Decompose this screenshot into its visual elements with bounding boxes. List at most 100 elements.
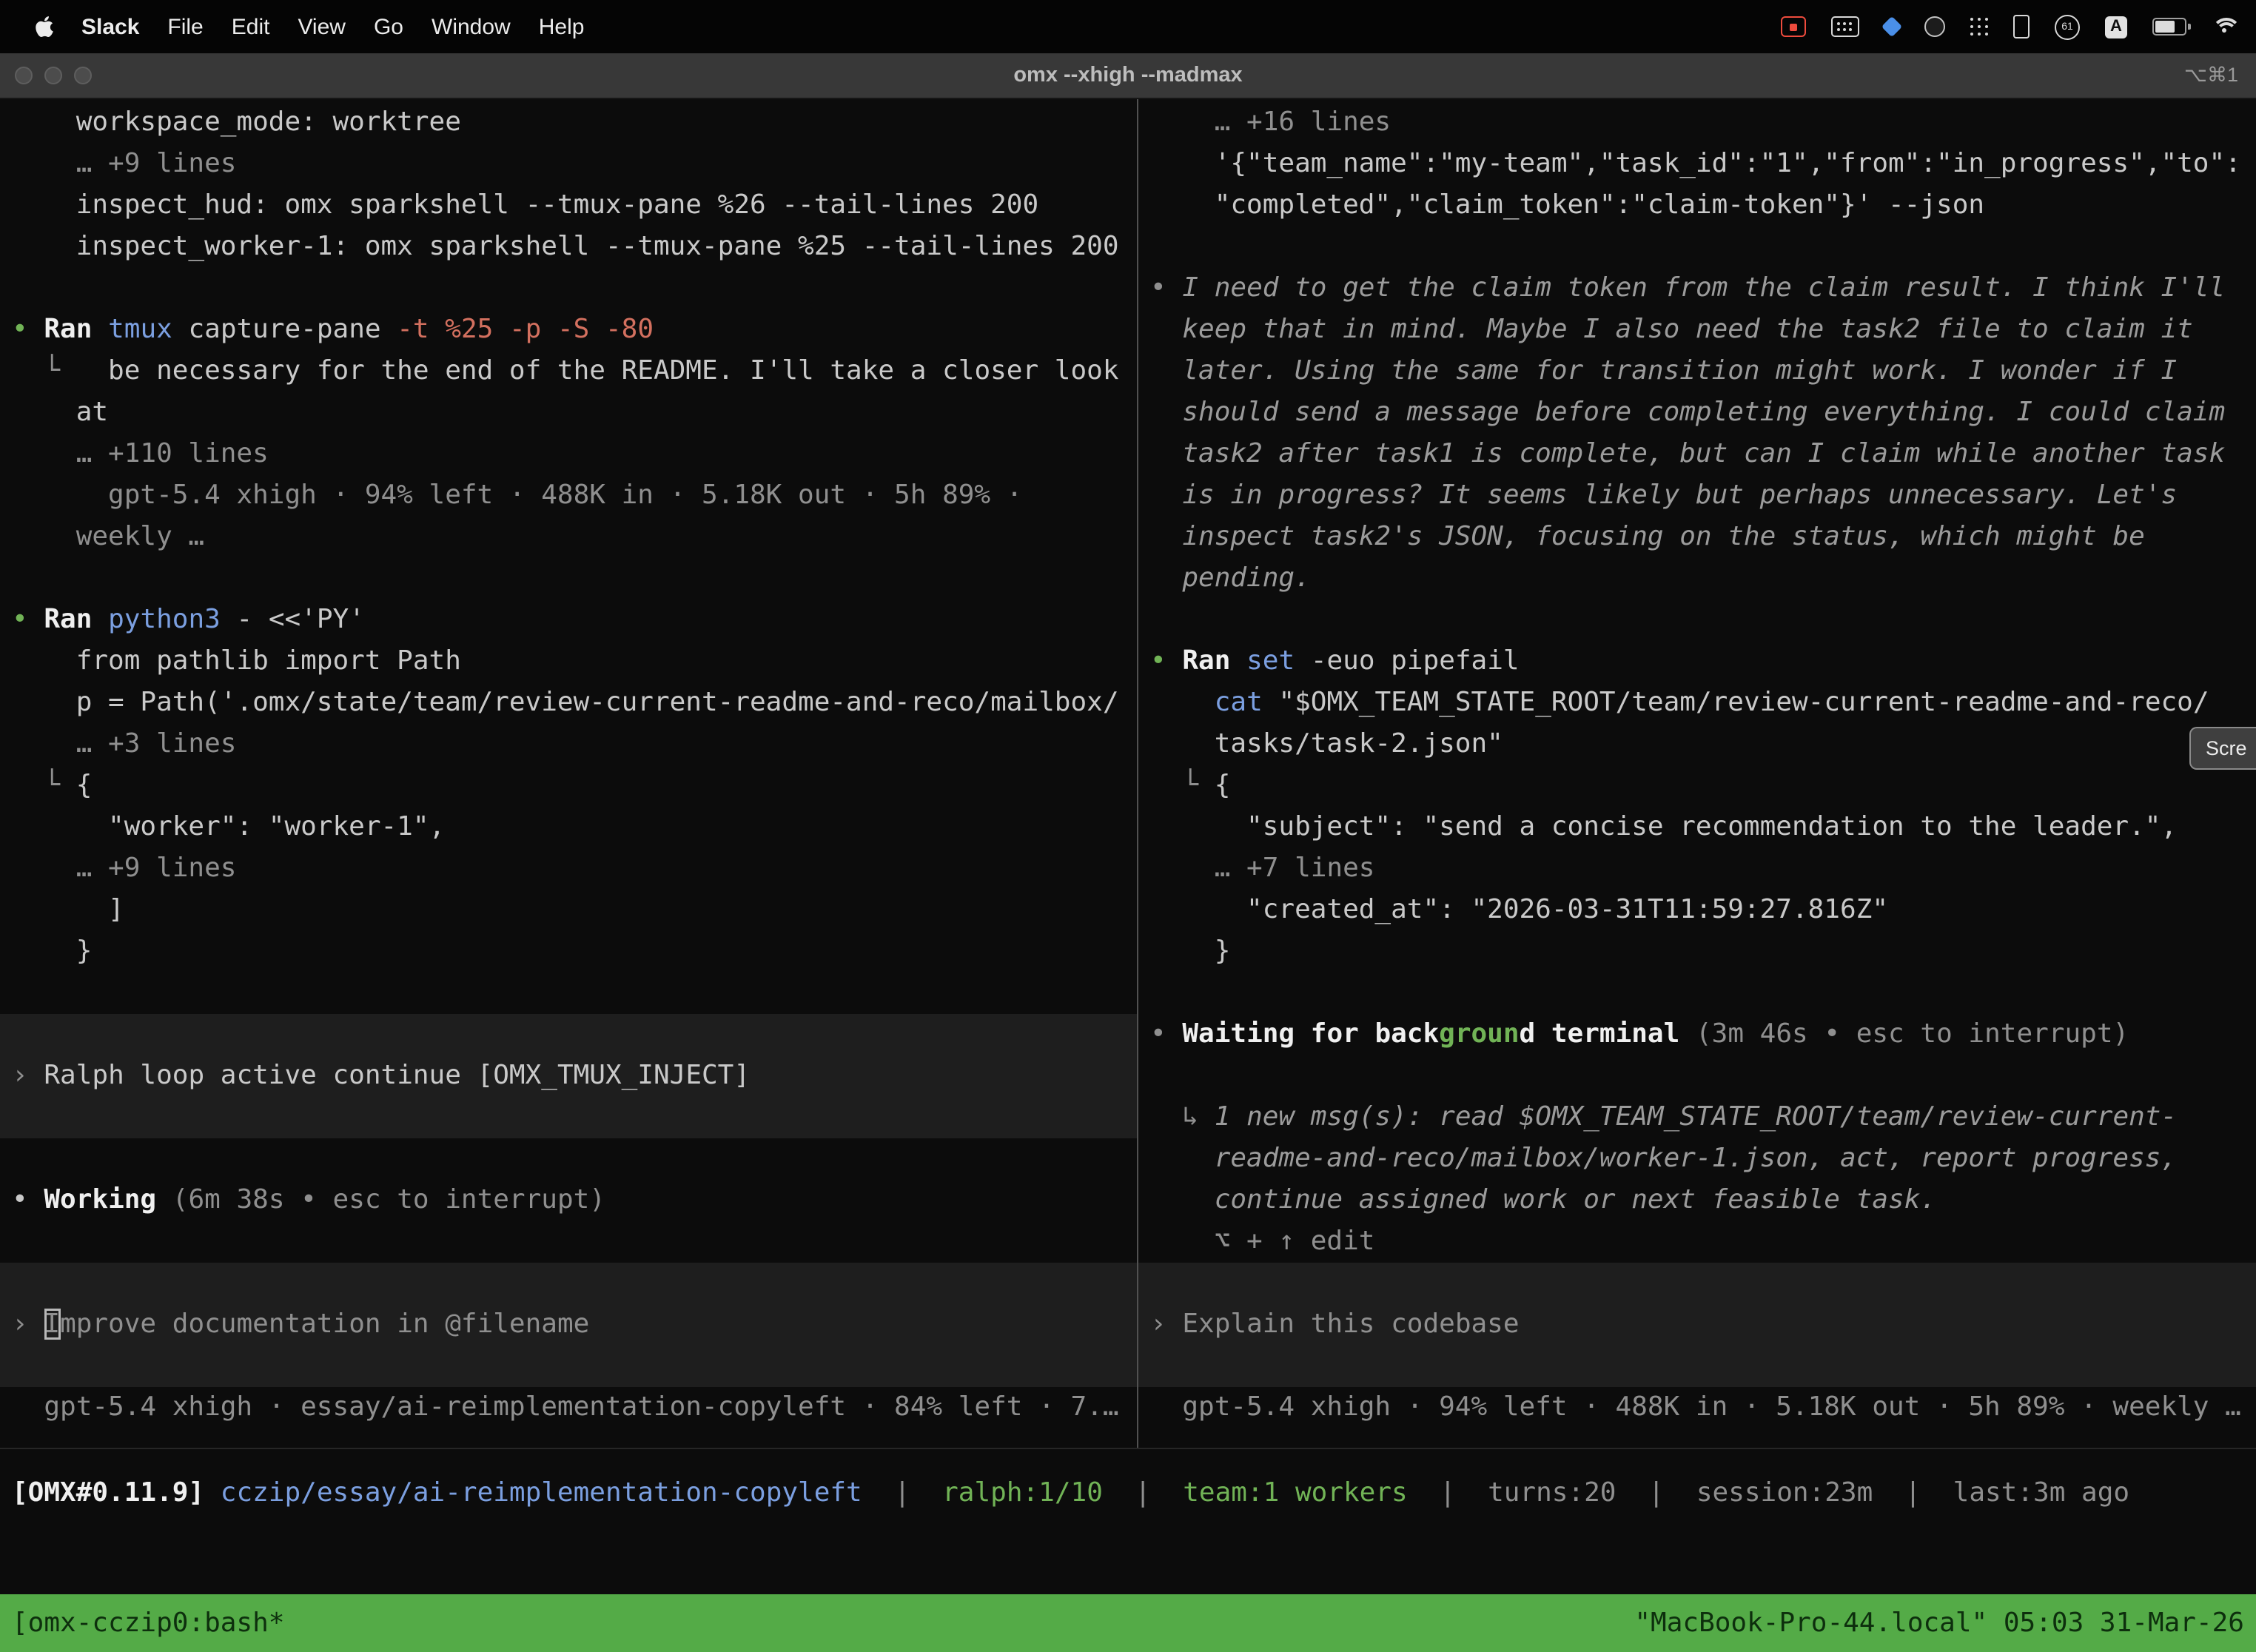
text-segment: └ (12, 770, 76, 801)
text-segment: | (862, 1477, 942, 1508)
close-button[interactable] (15, 67, 33, 84)
keyboard-icon[interactable] (1831, 16, 1859, 37)
text-segment: Ran (44, 314, 108, 345)
text-segment: team:1 workers (1183, 1477, 1407, 1508)
terminal-line (0, 1097, 1137, 1138)
window-controls (15, 53, 92, 98)
terminal-line (1138, 226, 2256, 268)
menu-item-edit[interactable]: Edit (232, 14, 270, 39)
text-segment: mprove documentation in @filename (60, 1309, 589, 1340)
terminal-line: continue assigned work or next feasible … (1138, 1180, 2256, 1221)
text-segment: └ (1150, 770, 1215, 801)
text-segment: capture-pane (188, 314, 397, 345)
text-segment: … +9 lines (12, 853, 236, 884)
terminal-line: at (0, 392, 1137, 434)
terminal-line (0, 973, 1137, 1014)
text-segment: tmux (108, 314, 188, 345)
window-title: omx --xhigh --madmax (1013, 64, 1242, 87)
recording-indicator-icon[interactable] (1781, 16, 1806, 37)
text-segment: workspace_mode: worktree (12, 107, 461, 138)
menu-items: Slack File Edit View Go Window Help (81, 14, 612, 39)
input-source-icon[interactable]: A (2105, 16, 2127, 38)
text-segment: session:23m (1696, 1477, 1873, 1508)
terminal-line: } (1138, 931, 2256, 973)
circle-app-icon[interactable] (1924, 16, 1945, 37)
device-icon[interactable] (2013, 15, 2030, 38)
text-segment: Ralph loop active continue [OMX_TMUX_INJ… (44, 1060, 750, 1091)
text-segment: … +9 lines (12, 148, 236, 179)
text-segment: I need to get the claim token from the c… (1182, 272, 2225, 303)
text-segment: from pathlib import Path (12, 645, 461, 676)
menu-item-go[interactable]: Go (374, 14, 403, 39)
minimize-button[interactable] (44, 67, 62, 84)
text-segment: - <<'PY' (237, 604, 365, 635)
model-status-line: gpt-5.4 xhigh · essay/ai-reimplementatio… (0, 1387, 1137, 1428)
text-segment: pending. (1150, 563, 1311, 594)
terminal-line (0, 268, 1137, 309)
text-segment: d terminal (1520, 1018, 1696, 1050)
wifi-icon[interactable] (2212, 18, 2235, 36)
terminal-line: • Ran python3 - <<'PY' (0, 600, 1137, 641)
text-segment: p = Path('.omx/state/team/review-current… (12, 687, 1119, 718)
prompt-input-line[interactable]: › Improve documentation in @filename (0, 1304, 1137, 1346)
text-segment: └ (12, 355, 60, 386)
text-segment: later. Using the same for transition mig… (1150, 355, 2177, 386)
dots-grid-icon[interactable] (1970, 18, 1988, 36)
menu-left: Slack File Edit View Go Window Help (0, 14, 612, 39)
text-segment: Ran (44, 604, 108, 635)
diamond-app-icon[interactable] (1884, 19, 1899, 34)
battery-icon[interactable] (2152, 18, 2186, 36)
menu-item-file[interactable]: File (167, 14, 203, 39)
menu-item-window[interactable]: Window (432, 14, 511, 39)
zoom-button[interactable] (74, 67, 92, 84)
text-segment: task2 after task1 is complete, but can I… (1150, 438, 2225, 469)
text-segment: should send a message before completing … (1150, 397, 2225, 428)
menu-item-help[interactable]: Help (539, 14, 585, 39)
apple-menu-icon[interactable] (36, 15, 53, 38)
tmux-session-name: [omx-cczip0:bash* (12, 1608, 284, 1639)
window-title-bar[interactable]: omx --xhigh --madmax ⌥⌘1 (0, 53, 2256, 99)
menu-item-slack[interactable]: Slack (81, 14, 139, 39)
omx-hud-line: [OMX#0.11.9] cczip/essay/ai-reimplementa… (0, 1473, 2256, 1514)
terminal-line: inspect_hud: omx sparkshell --tmux-pane … (0, 185, 1137, 226)
text-segment: inspect_worker-1: omx sparkshell --tmux-… (12, 231, 1119, 262)
terminal-line: keep that in mind. Maybe I also need the… (1138, 309, 2256, 351)
terminal-line (1138, 973, 2256, 1014)
text-segment: '{"team_name":"my-team","task_id":"1","f… (1150, 148, 2241, 179)
edit-hint-line: ⌥ + ↑ edit (1138, 1221, 2256, 1263)
terminal-line: • Ran tmux capture-pane -t %25 -p -S -80 (0, 309, 1137, 351)
terminal-line: └ { (1138, 765, 2256, 807)
terminal-line: later. Using the same for transition mig… (1138, 351, 2256, 392)
text-segment: • (12, 604, 44, 635)
text-segment: is in progress? It seems likely but perh… (1150, 480, 2177, 511)
battery-percentage-icon[interactable]: 61 (2055, 14, 2080, 39)
text-segment: Ran (1182, 645, 1246, 676)
text-segment: | (1408, 1477, 1488, 1508)
terminal-line: … +3 lines (0, 724, 1137, 765)
menu-item-view[interactable]: View (298, 14, 346, 39)
text-segment: | (1103, 1477, 1183, 1508)
text-segment: • (12, 1184, 44, 1215)
terminal-line: p = Path('.omx/state/team/review-current… (0, 682, 1137, 724)
tmux-panes: workspace_mode: worktree … +9 lines insp… (0, 99, 2256, 1448)
terminal-line (0, 1138, 1137, 1180)
text-segment: keep that in mind. Maybe I also need the… (1150, 314, 2193, 345)
screen-share-overlay: Scre (2189, 727, 2256, 770)
text-segment: (3m 46s • esc to interrupt) (1696, 1018, 2129, 1050)
terminal-line: inspect task2's JSON, focusing on the st… (1138, 517, 2256, 558)
text-segment: "worker": "worker-1", (12, 811, 445, 842)
text-segment: • (1150, 272, 1182, 303)
text-segment: … +7 lines (1150, 853, 1374, 884)
text-segment: { (76, 770, 93, 801)
text-segment: ⌥ + ↑ edit (1150, 1226, 1374, 1257)
prompt-suggestion-line[interactable]: › Explain this codebase (1138, 1304, 2256, 1346)
text-segment: "subject": "send a concise recommendatio… (1150, 811, 2177, 842)
terminal-line: is in progress? It seems likely but perh… (1138, 475, 2256, 517)
screen: Slack File Edit View Go Window Help 61 A omx -… (0, 0, 2256, 1652)
terminal-line: └ be necessary for the end of the README… (0, 351, 1137, 392)
text-segment: { (1215, 770, 1231, 801)
terminal-line (0, 1014, 1137, 1055)
text-segment: inspect_hud: omx sparkshell --tmux-pane … (12, 189, 1038, 221)
left-terminal-pane[interactable]: workspace_mode: worktree … +9 lines insp… (0, 99, 1138, 1448)
right-terminal-pane[interactable]: … +16 lines '{"team_name":"my-team","tas… (1138, 99, 2256, 1448)
